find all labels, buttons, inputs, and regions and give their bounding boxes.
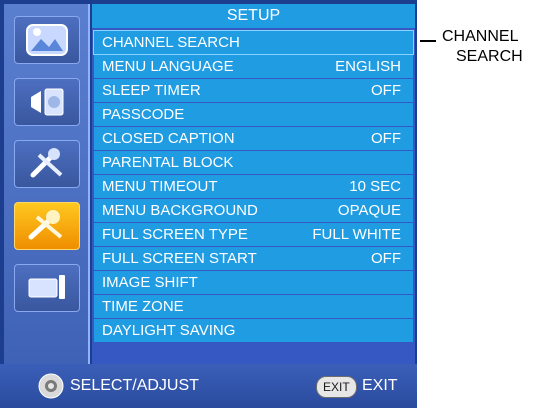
menu-item-label: SLEEP TIMER <box>102 82 201 99</box>
menu-item-label: DAYLIGHT SAVING <box>102 322 236 339</box>
joystick-icon <box>38 373 64 399</box>
menu-item-value: OFF <box>371 130 401 147</box>
callout-line <box>420 40 436 42</box>
menu-item-channel-search[interactable]: CHANNEL SEARCH <box>93 30 414 55</box>
footer-bar: SELECT/ADJUST EXIT EXIT <box>0 364 417 408</box>
menu-item-image-shift[interactable]: IMAGE SHIFT <box>94 271 413 294</box>
menu-item-menu-background[interactable]: MENU BACKGROUND OPAQUE <box>94 199 413 222</box>
setup-menu-list: CHANNEL SEARCH MENU LANGUAGE ENGLISH SLE… <box>93 30 414 343</box>
menu-title: SETUP <box>92 4 415 28</box>
sidebar <box>4 4 90 364</box>
menu-item-label: TIME ZONE <box>102 298 184 315</box>
menu-item-value: OPAQUE <box>337 202 401 219</box>
menu-item-value: FULL WHITE <box>312 226 401 243</box>
exit-label: EXIT <box>362 377 398 394</box>
menu-item-label: PASSCODE <box>102 106 185 123</box>
select-adjust-label: SELECT/ADJUST <box>70 377 199 394</box>
menu-item-daylight-saving[interactable]: DAYLIGHT SAVING <box>94 319 413 342</box>
exit-button[interactable]: EXIT <box>316 376 357 398</box>
callout-channel-search: CHANNEL SEARCH <box>420 28 530 68</box>
menu-item-label: CLOSED CAPTION <box>102 130 235 147</box>
callout-text-line-2: SEARCH <box>456 48 523 65</box>
setup-icon[interactable] <box>14 202 80 250</box>
tools-icon[interactable] <box>14 140 80 188</box>
menu-item-parental-block[interactable]: PARENTAL BLOCK <box>94 151 413 174</box>
menu-item-label: FULL SCREEN START <box>102 250 257 267</box>
display-icon[interactable] <box>14 264 80 312</box>
menu-item-value: OFF <box>371 250 401 267</box>
menu-item-label: PARENTAL BLOCK <box>102 154 234 171</box>
menu-item-value: ENGLISH <box>335 58 401 75</box>
menu-item-value: OFF <box>371 82 401 99</box>
menu-item-label: MENU TIMEOUT <box>102 178 218 195</box>
setup-panel: SETUP CHANNEL SEARCH MENU LANGUAGE ENGLI… <box>92 4 415 364</box>
picture-icon[interactable] <box>14 16 80 64</box>
menu-item-label: CHANNEL SEARCH <box>102 34 240 51</box>
callout-text-line-1: CHANNEL <box>442 28 519 45</box>
menu-item-label: MENU BACKGROUND <box>102 202 258 219</box>
menu-item-menu-language[interactable]: MENU LANGUAGE ENGLISH <box>94 55 413 78</box>
audio-icon[interactable] <box>14 78 80 126</box>
menu-item-time-zone[interactable]: TIME ZONE <box>94 295 413 318</box>
menu-item-sleep-timer[interactable]: SLEEP TIMER OFF <box>94 79 413 102</box>
menu-item-passcode[interactable]: PASSCODE <box>94 103 413 126</box>
menu-item-full-screen-start[interactable]: FULL SCREEN START OFF <box>94 247 413 270</box>
menu-item-value: 10 SEC <box>349 178 401 195</box>
menu-item-full-screen-type[interactable]: FULL SCREEN TYPE FULL WHITE <box>94 223 413 246</box>
menu-item-closed-caption[interactable]: CLOSED CAPTION OFF <box>94 127 413 150</box>
menu-item-label: MENU LANGUAGE <box>102 58 234 75</box>
osd-screen: SETUP CHANNEL SEARCH MENU LANGUAGE ENGLI… <box>0 0 417 408</box>
menu-item-menu-timeout[interactable]: MENU TIMEOUT 10 SEC <box>94 175 413 198</box>
menu-item-label: FULL SCREEN TYPE <box>102 226 248 243</box>
menu-item-label: IMAGE SHIFT <box>102 274 198 291</box>
